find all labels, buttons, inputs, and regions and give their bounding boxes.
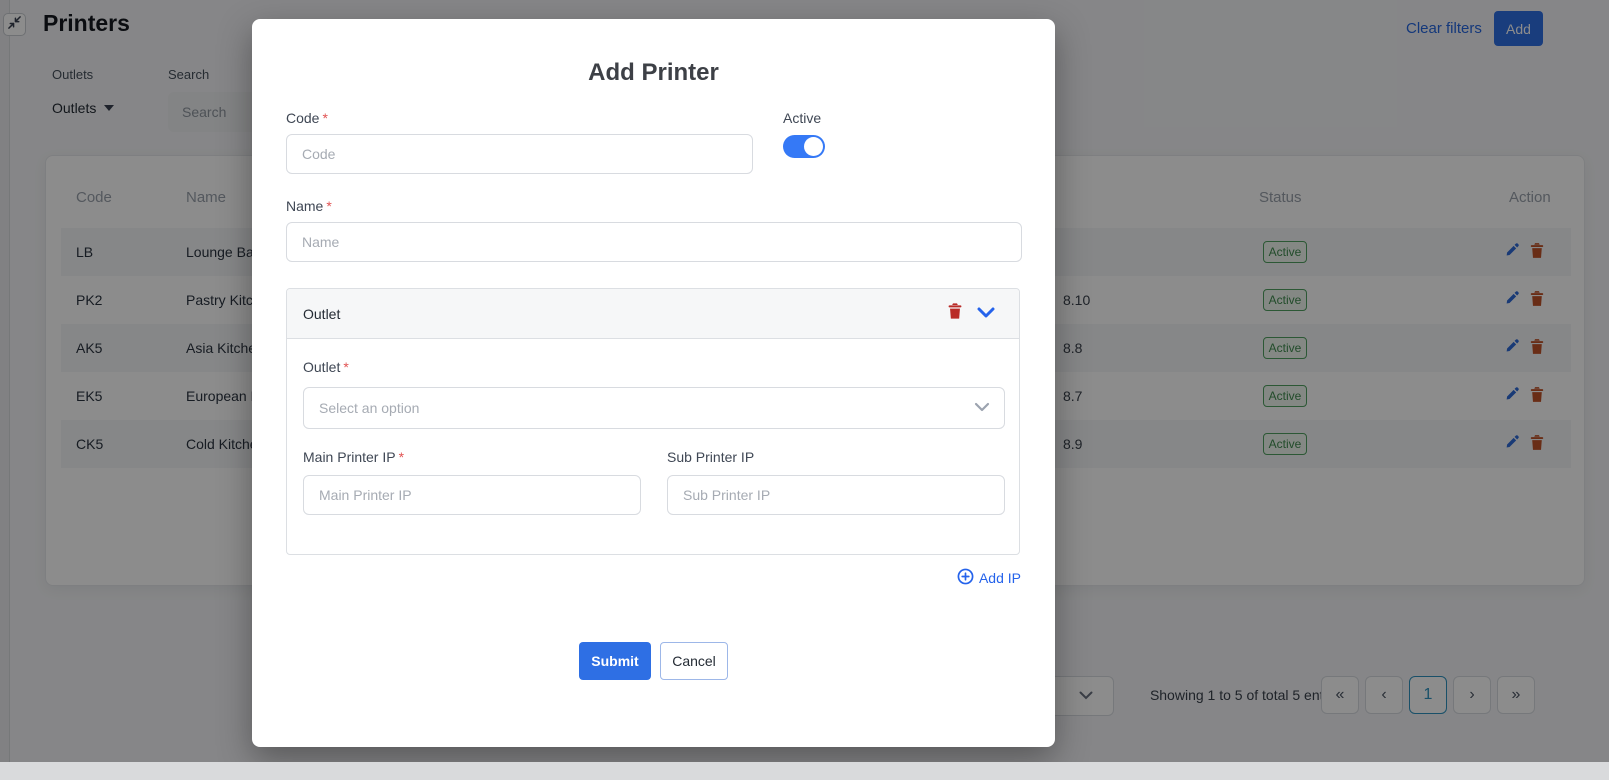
outlet-section: Outlet Outlet* Select an option [286,288,1020,555]
toggle-knob [804,137,823,156]
cancel-button[interactable]: Cancel [660,642,728,680]
bottom-scrollbar-track[interactable] [0,762,1609,780]
outlet-select[interactable]: Select an option [303,387,1005,429]
outlet-label: Outlet* [303,359,349,375]
active-toggle[interactable] [783,135,825,158]
add-ip-label: Add IP [979,570,1021,586]
outlet-section-header[interactable]: Outlet [287,289,1019,339]
required-asterisk: * [343,359,348,375]
collapse-section-chevron-icon[interactable] [977,305,995,323]
code-label: Code* [286,110,328,126]
main-printer-ip-label: Main Printer IP* [303,449,404,465]
chevron-down-icon [974,399,990,417]
outlet-section-title: Outlet [303,306,340,322]
required-asterisk: * [326,198,331,214]
submit-button[interactable]: Submit [579,642,651,680]
active-label: Active [783,110,821,126]
main-printer-ip-input[interactable] [303,475,641,515]
required-asterisk: * [399,449,404,465]
name-input[interactable] [286,222,1022,262]
sub-printer-ip-input[interactable] [667,475,1005,515]
sub-printer-ip-label: Sub Printer IP [667,449,754,465]
name-label: Name* [286,198,332,214]
plus-circle-icon [957,568,974,588]
code-input[interactable] [286,134,753,174]
required-asterisk: * [322,110,327,126]
outlet-select-placeholder: Select an option [319,400,419,416]
add-printer-modal: Add Printer Code* Active Name* Outlet [252,19,1055,747]
printers-page: Printers Clear filters Add Outlets Searc… [0,0,1609,780]
add-ip-link[interactable]: Add IP [957,568,1021,588]
remove-outlet-icon[interactable] [947,302,963,325]
modal-title: Add Printer [252,59,1055,87]
